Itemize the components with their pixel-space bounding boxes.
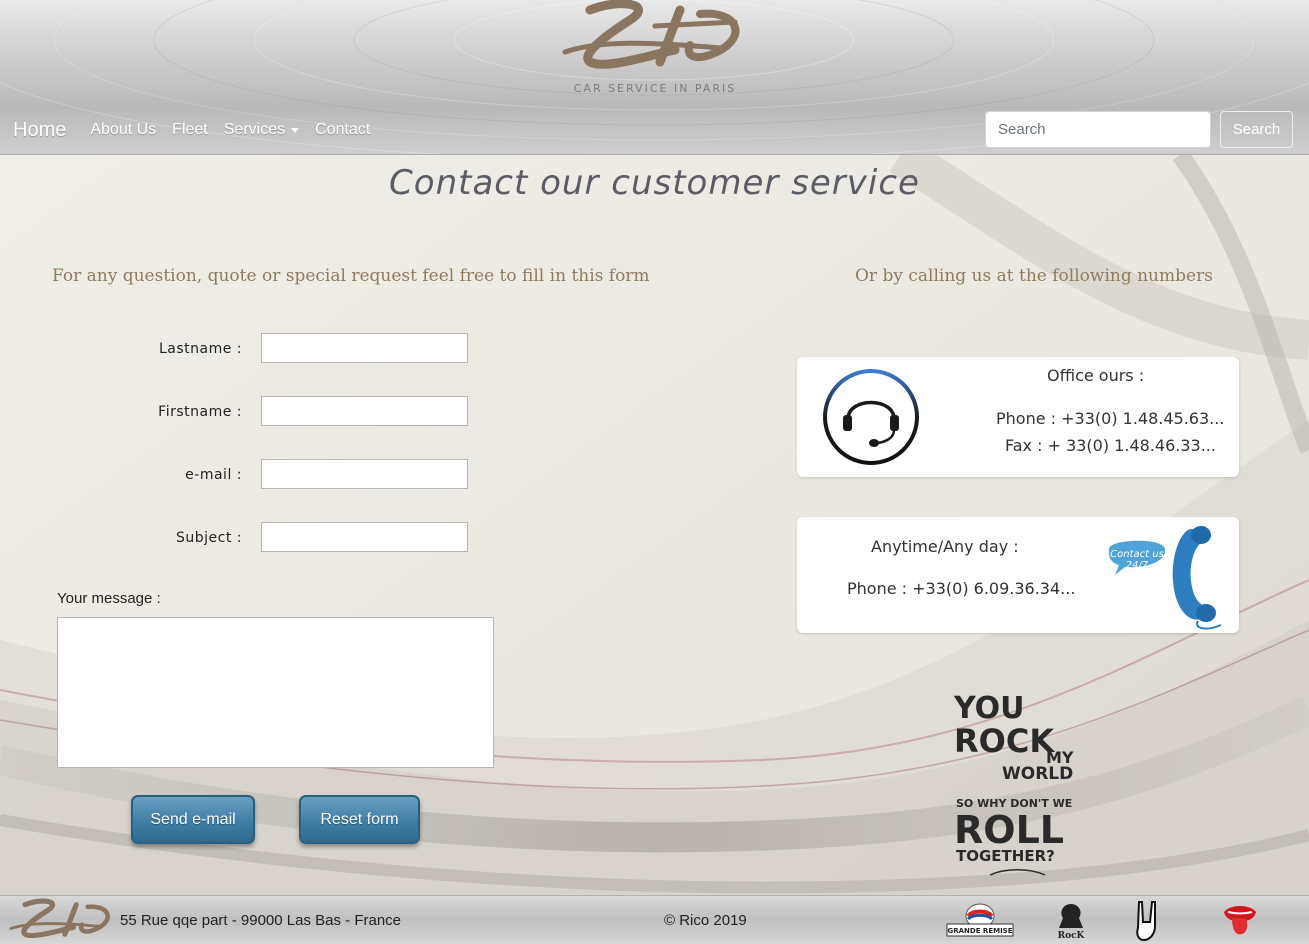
headset-icon bbox=[823, 369, 919, 465]
rock-line1: YOU bbox=[953, 691, 1025, 726]
rock-line6: ROLL bbox=[954, 808, 1064, 852]
nav-home[interactable]: Home bbox=[13, 119, 66, 142]
lastname-input[interactable] bbox=[261, 333, 468, 363]
anytime-heading: Anytime/Any day : bbox=[871, 537, 1019, 556]
page-title: Contact our customer service bbox=[389, 163, 920, 203]
email-input[interactable] bbox=[261, 459, 468, 489]
grande-remise-text: GRANDE REMISE bbox=[947, 927, 1012, 935]
rock-line2: ROCK bbox=[954, 722, 1055, 760]
email-label: e-mail : bbox=[185, 467, 242, 483]
nav-about-us[interactable]: About Us bbox=[90, 121, 156, 139]
main-content: Contact our customer service For any que… bbox=[0, 155, 1309, 895]
bubble-line1: Contact us bbox=[1110, 549, 1164, 560]
nav-contact[interactable]: Contact bbox=[315, 121, 370, 139]
nav-fleet[interactable]: Fleet bbox=[172, 121, 208, 139]
footer-logo bbox=[9, 898, 110, 939]
nav-services-label: Services bbox=[223, 121, 286, 138]
company-logo bbox=[562, 0, 740, 69]
subject-label: Subject : bbox=[175, 530, 242, 546]
anytime-card: Anytime/Any day : Phone : +33(0) 6.09.36… bbox=[797, 517, 1239, 633]
contact-24-7-phone-icon: Contact us 24/7 bbox=[1108, 526, 1222, 630]
nav-services-dropdown[interactable]: Services bbox=[223, 121, 300, 139]
firstname-label: Firstname : bbox=[158, 404, 242, 420]
rock-guitarist-icon[interactable]: RocK bbox=[1053, 900, 1089, 940]
rock-line4: WORLD bbox=[1002, 764, 1073, 784]
main-navigation: Home About Us Fleet Services Contact bbox=[0, 112, 386, 148]
message-textarea[interactable] bbox=[57, 617, 494, 768]
firstname-input[interactable] bbox=[261, 396, 468, 426]
rock-badge-text: RocK bbox=[1058, 931, 1086, 940]
lastname-label: Lastname : bbox=[158, 341, 242, 357]
phone-intro-text: Or by calling us at the following number… bbox=[855, 266, 1213, 286]
rock-hand-icon[interactable] bbox=[1130, 900, 1166, 942]
office-hours-card: Office ours : Phone : +33(0) 1.48.45.63.… bbox=[797, 357, 1239, 477]
anytime-phone: Phone : +33(0) 6.09.36.34... bbox=[847, 579, 1076, 598]
rock-line7: TOGETHER? bbox=[956, 847, 1055, 865]
rolling-stones-tongue-icon[interactable] bbox=[1220, 900, 1260, 940]
you-rock-my-world-badge: YOU ROCK MY WORLD SO WHY DON'T WE ROLL T… bbox=[953, 691, 1074, 876]
site-header: CAR SERVICE IN PARIS Home About Us Fleet… bbox=[0, 0, 1309, 155]
office-phone: Phone : +33(0) 1.48.45.63... bbox=[996, 409, 1225, 428]
footer-copyright: © Rico 2019 bbox=[664, 912, 747, 929]
site-footer: 55 Rue qqe part - 99000 Las Bas - France… bbox=[0, 895, 1309, 944]
message-label: Your message : bbox=[57, 590, 161, 607]
bubble-line2: 24/7 bbox=[1126, 560, 1149, 571]
form-intro-text: For any question, quote or special reque… bbox=[52, 266, 650, 286]
grande-remise-badge-icon[interactable]: GRANDE REMISE bbox=[945, 900, 1015, 940]
send-email-button[interactable]: Send e-mail bbox=[131, 795, 255, 844]
office-hours-heading: Office ours : bbox=[1047, 366, 1145, 385]
office-fax: Fax : + 33(0) 1.48.46.33... bbox=[1005, 436, 1216, 455]
search-input[interactable] bbox=[985, 111, 1211, 148]
search-button[interactable]: Search bbox=[1220, 111, 1293, 148]
caret-down-icon bbox=[291, 127, 300, 133]
reset-form-button[interactable]: Reset form bbox=[299, 795, 420, 844]
logo-tagline: CAR SERVICE IN PARIS bbox=[573, 82, 737, 95]
subject-input[interactable] bbox=[261, 522, 468, 552]
footer-address: 55 Rue qqe part - 99000 Las Bas - France bbox=[120, 912, 402, 929]
